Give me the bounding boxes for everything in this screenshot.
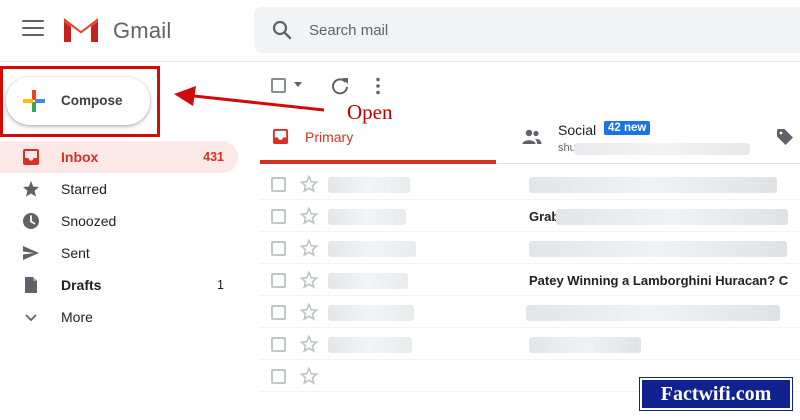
star-icon [23, 181, 39, 197]
star-outline-icon[interactable] [300, 303, 318, 321]
select-dropdown-icon[interactable] [294, 82, 302, 87]
top-bar: Gmail [0, 0, 800, 62]
site-watermark: Factwifi.com [639, 377, 793, 411]
category-tabs: Primary Social 42 new shu [260, 108, 800, 164]
sidebar-item-drafts[interactable]: Drafts 1 [0, 269, 238, 301]
star-outline-icon[interactable] [300, 271, 318, 289]
row-checkbox[interactable] [271, 337, 286, 352]
unread-count: 431 [203, 150, 224, 164]
redacted-sender-blur [328, 273, 408, 289]
mail-toolbar [260, 70, 560, 102]
draft-icon [25, 277, 37, 293]
tab-social-label: Social [558, 122, 597, 138]
sidebar-item-starred[interactable]: Starred [0, 173, 238, 205]
more-options-icon[interactable] [376, 77, 380, 95]
star-outline-icon[interactable] [300, 335, 318, 353]
draft-count: 1 [217, 278, 224, 292]
redacted-sender-blur [328, 241, 416, 257]
email-subject: Grab [529, 209, 560, 224]
row-checkbox[interactable] [271, 273, 286, 288]
row-checkbox[interactable] [271, 209, 286, 224]
sidebar-item-label: Inbox [61, 149, 99, 165]
star-outline-icon[interactable] [300, 239, 318, 257]
refresh-icon[interactable] [330, 76, 350, 96]
sidebar-item-label: Snoozed [61, 213, 117, 229]
inbox-icon [23, 149, 39, 165]
email-row[interactable]: Grab [260, 200, 800, 232]
search-icon[interactable] [272, 20, 292, 40]
chevron-down-icon [25, 314, 37, 322]
row-checkbox[interactable] [271, 369, 286, 384]
new-count-badge: 42 new [604, 121, 651, 135]
sidebar-item-inbox[interactable]: Inbox 431 [0, 141, 238, 173]
email-row[interactable] [260, 168, 800, 200]
redacted-subject-blur [529, 177, 777, 193]
row-checkbox[interactable] [271, 177, 286, 192]
clock-icon [23, 213, 39, 229]
sidebar-item-label: More [61, 309, 93, 325]
star-outline-icon[interactable] [300, 207, 318, 225]
inbox-icon [272, 128, 289, 145]
app-name[interactable]: Gmail [113, 18, 171, 44]
tag-icon[interactable] [776, 128, 794, 146]
sidebar-nav: Inbox 431 Starred Snoozed Sent Drafts 1 … [0, 141, 238, 333]
send-icon [23, 246, 39, 260]
redacted-subject-blur [529, 241, 787, 257]
email-row[interactable] [260, 232, 800, 264]
redacted-sender-blur [328, 305, 414, 321]
gmail-logo-icon[interactable] [62, 14, 100, 44]
email-row[interactable]: Patey Winning a Lamborghini Huracan? C [260, 264, 800, 296]
email-subject: Patey Winning a Lamborghini Huracan? C [529, 273, 789, 288]
row-checkbox[interactable] [271, 241, 286, 256]
row-checkbox[interactable] [271, 305, 286, 320]
sidebar-item-snoozed[interactable]: Snoozed [0, 205, 238, 237]
sidebar-item-sent[interactable]: Sent [0, 237, 238, 269]
select-all-checkbox[interactable] [271, 78, 286, 93]
email-row[interactable] [260, 296, 800, 328]
people-icon [522, 129, 542, 144]
sidebar-item-more[interactable]: More [0, 301, 238, 333]
sidebar-item-label: Drafts [61, 277, 102, 293]
redacted-subject-blur [529, 337, 641, 353]
redacted-subject-blur [526, 305, 780, 321]
tab-primary-label: Primary [305, 129, 354, 145]
star-outline-icon[interactable] [300, 175, 318, 193]
search-input[interactable] [309, 19, 769, 41]
plus-icon [23, 90, 45, 112]
tab-social[interactable]: Social 42 new shu [516, 108, 776, 164]
hamburger-menu-icon[interactable] [22, 20, 44, 40]
email-list: Grab Patey Winning a Lamborghini Huracan… [260, 168, 800, 392]
redacted-sender-blur [328, 177, 410, 193]
redacted-sender-blur [574, 143, 750, 155]
email-row[interactable] [260, 328, 800, 360]
search-bar[interactable] [254, 7, 800, 53]
sidebar-item-label: Starred [61, 181, 107, 197]
star-outline-icon[interactable] [300, 367, 318, 385]
redacted-sender-blur [328, 209, 406, 225]
redacted-sender-blur [328, 337, 412, 353]
compose-label: Compose [61, 93, 123, 108]
compose-button[interactable]: Compose [6, 77, 150, 125]
tab-primary[interactable]: Primary [260, 108, 496, 164]
sidebar-item-label: Sent [61, 245, 90, 261]
redacted-subject-blur [556, 209, 788, 225]
